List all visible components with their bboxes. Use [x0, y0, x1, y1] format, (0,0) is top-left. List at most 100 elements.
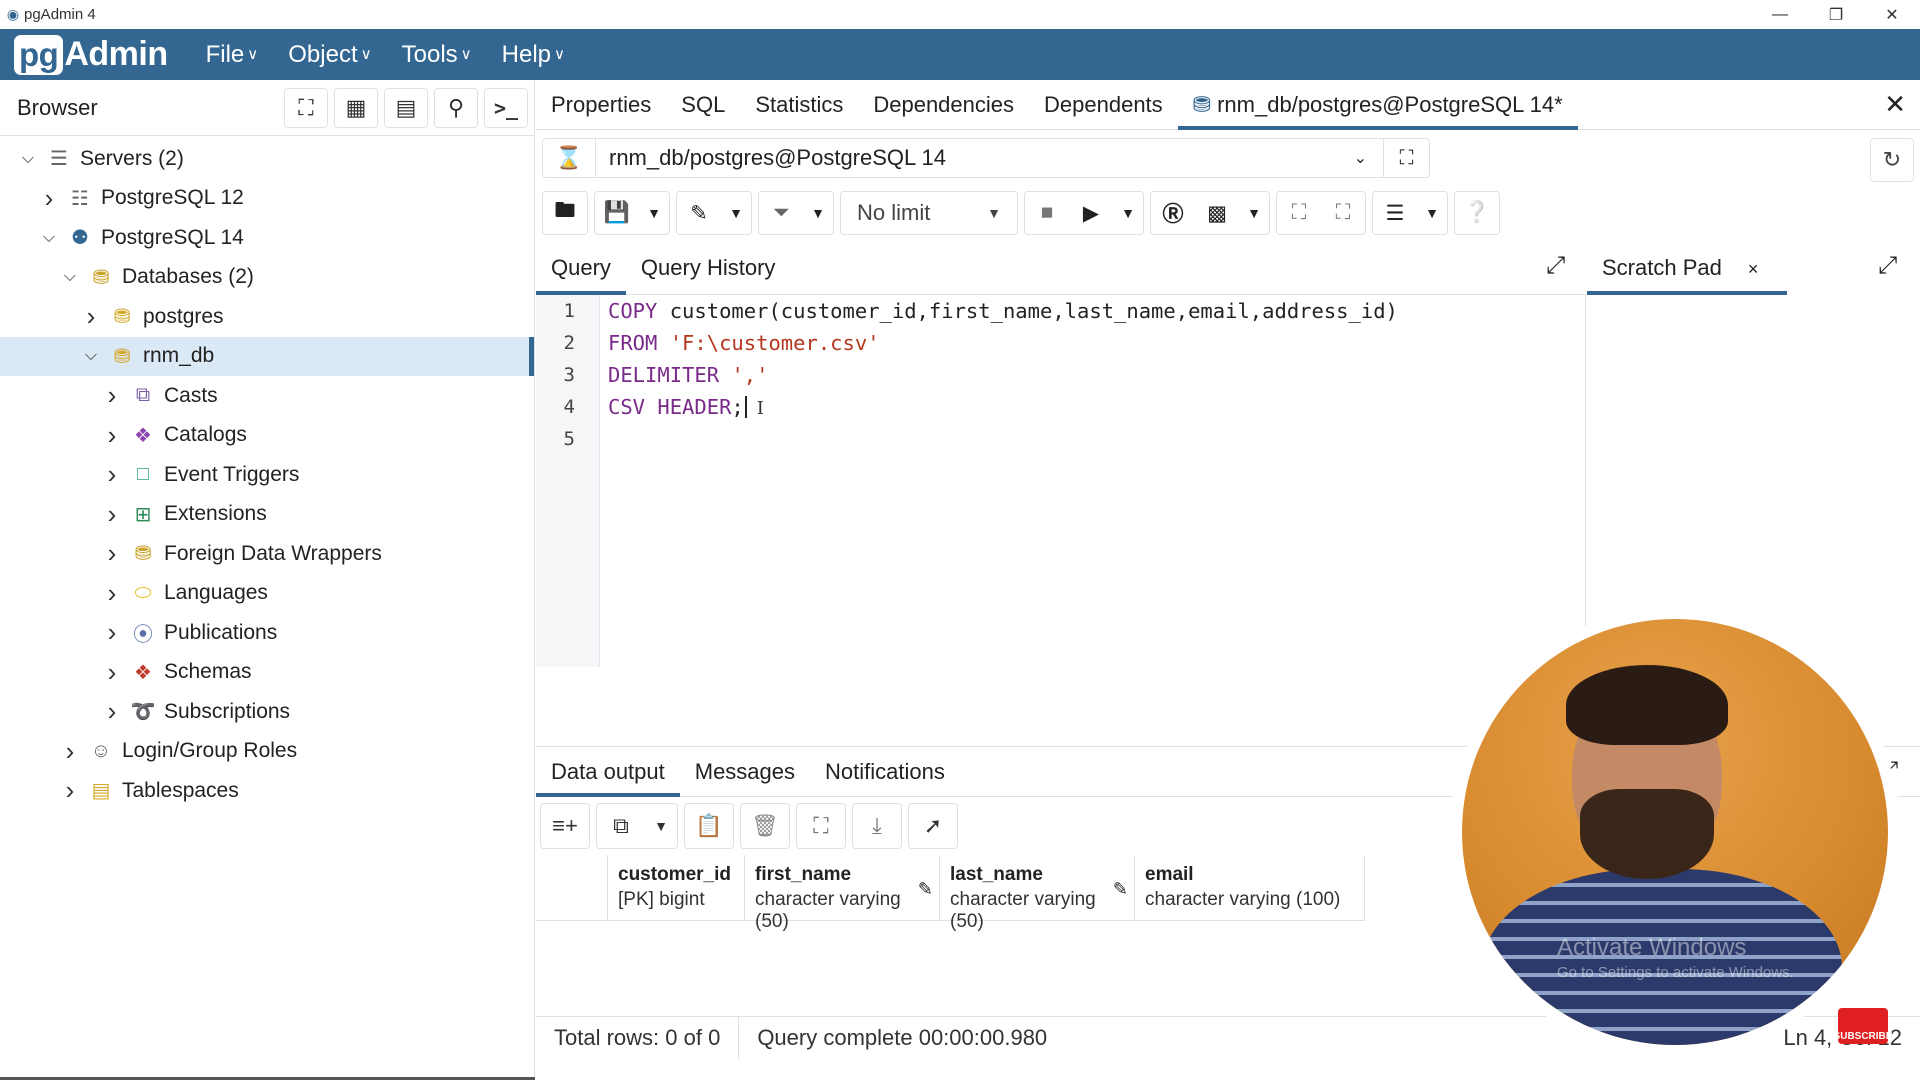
copy-icon[interactable]: ⧉ — [597, 804, 645, 848]
delete-icon[interactable]: 🗑 — [741, 804, 789, 848]
chevron-right-icon[interactable]: › — [58, 736, 82, 767]
database-stack-icon[interactable]: ⛶ — [1384, 138, 1430, 178]
close-window-button[interactable]: ✕ — [1864, 0, 1920, 29]
tree-node[interactable]: › ⧉ Casts — [0, 376, 534, 416]
query-tool-db-icon[interactable]: ⛶ — [284, 87, 328, 128]
save-dropdown-icon[interactable]: ▼ — [639, 192, 669, 234]
help-icon[interactable]: ❔ — [1455, 192, 1499, 234]
tree-node[interactable]: ⌵ ⚉ PostgreSQL 14 — [0, 218, 534, 258]
explain-analyze-icon[interactable]: ▩ — [1195, 192, 1239, 234]
expand-icon[interactable]: ⤢ — [1878, 252, 1897, 280]
tree-node[interactable]: › ⬭ Languages — [0, 574, 534, 614]
chevron-right-icon[interactable]: › — [100, 538, 124, 569]
chevron-right-icon[interactable]: › — [100, 657, 124, 688]
edit-dropdown-icon[interactable]: ▼ — [721, 192, 751, 234]
chevron-right-icon[interactable]: › — [79, 301, 103, 332]
paste-icon[interactable]: 📋 — [685, 804, 733, 848]
stop-icon[interactable]: ■ — [1025, 192, 1069, 234]
chevron-down-icon[interactable]: ⌵ — [16, 150, 40, 168]
tree-node[interactable]: ⌵ ⛃ rnm_db — [0, 336, 534, 376]
explain-icon[interactable]: Ⓡ — [1151, 192, 1195, 234]
maximize-button[interactable]: ❐ — [1808, 0, 1864, 29]
tab-data-output[interactable]: Data output — [536, 747, 680, 797]
save-data-icon[interactable]: ⛶ — [797, 804, 845, 848]
view-data-icon[interactable]: ▦ — [334, 87, 378, 128]
chevron-right-icon[interactable]: › — [100, 617, 124, 648]
column-header[interactable]: customer_id [PK] bigint — [608, 855, 745, 921]
menu-tools[interactable]: Tools ∨ — [402, 41, 472, 69]
macros-list-icon[interactable]: ☰ — [1373, 192, 1417, 234]
tree-node[interactable]: › ⛃ postgres — [0, 297, 534, 337]
close-scratch-icon[interactable]: × — [1748, 259, 1759, 279]
subscribe-badge[interactable]: SUBSCRIBE — [1834, 1008, 1892, 1044]
copy-dropdown-icon[interactable]: ▼ — [645, 804, 677, 848]
tab-properties[interactable]: Properties — [536, 80, 666, 130]
minimize-button[interactable]: — — [1752, 0, 1808, 29]
tree-node[interactable]: › ❖ Schemas — [0, 653, 534, 693]
tab-query-history[interactable]: Query History — [626, 240, 790, 295]
filter-dropdown-icon[interactable]: ▼ — [803, 192, 833, 234]
tree-node[interactable]: › ⛃ Foreign Data Wrappers — [0, 534, 534, 574]
chevron-right-icon[interactable]: › — [100, 380, 124, 411]
tree-node[interactable]: › ➰ Subscriptions — [0, 692, 534, 732]
psql-tool-icon[interactable]: >_ — [484, 87, 528, 128]
tree-node[interactable]: › □ Event Triggers — [0, 455, 534, 495]
chevron-down-icon[interactable]: ⌵ — [79, 347, 103, 365]
commit-icon[interactable]: ⛶ — [1277, 192, 1321, 234]
chevron-right-icon[interactable]: › — [58, 775, 82, 806]
column-header[interactable]: last_name character varying (50) ✎ — [940, 855, 1135, 932]
column-header[interactable]: first_name character varying (50) ✎ — [745, 855, 940, 932]
tree-node[interactable]: › ▤ Tablespaces — [0, 771, 534, 811]
connection-select[interactable]: rnm_db/postgres@PostgreSQL 14 ⌄ — [596, 138, 1384, 178]
chevron-right-icon[interactable]: › — [100, 578, 124, 609]
hourglass-icon[interactable]: ⌛ — [542, 138, 596, 178]
chevron-right-icon[interactable]: › — [100, 696, 124, 727]
chevron-down-icon[interactable]: ⌵ — [58, 268, 82, 286]
tree-node[interactable]: › ☷ PostgreSQL 12 — [0, 179, 534, 219]
menu-object[interactable]: Object ∨ — [288, 41, 371, 69]
download-icon[interactable]: ⤓ — [853, 804, 901, 848]
macros-dropdown-icon[interactable]: ▼ — [1417, 192, 1447, 234]
search-icon[interactable]: ⚲ — [434, 87, 478, 128]
reset-layout-icon[interactable]: ↻ — [1870, 138, 1914, 182]
tree-node[interactable]: › ⊞ Extensions — [0, 495, 534, 535]
save-file-icon[interactable]: 💾 — [595, 192, 639, 234]
row-limit-select[interactable]: No limit ▼ — [841, 192, 1017, 234]
tab-statistics[interactable]: Statistics — [740, 80, 858, 130]
sql-editor[interactable]: 1 2 3 4 5 COPY customer(customer_id,first_na… — [536, 295, 1586, 667]
tab-scratch-pad[interactable]: Scratch Pad × — [1587, 240, 1787, 295]
expand-icon[interactable]: ⤢ — [1546, 252, 1565, 280]
tab-messages[interactable]: Messages — [680, 747, 810, 797]
tab-notifications[interactable]: Notifications — [810, 747, 960, 797]
tree-node[interactable]: › ⦿ Publications — [0, 613, 534, 653]
edit-pencil-icon[interactable]: ✎ — [677, 192, 721, 234]
tab-dependencies[interactable]: Dependencies — [858, 80, 1029, 130]
execute-dropdown-icon[interactable]: ▼ — [1113, 192, 1143, 234]
execute-play-icon[interactable]: ▶ — [1069, 192, 1113, 234]
open-file-icon[interactable]: 🖿 — [543, 192, 587, 234]
chevron-right-icon[interactable]: › — [37, 183, 61, 214]
filtered-rows-icon[interactable]: ▤ — [384, 87, 428, 128]
tree-node[interactable]: ⌵ ⛃ Databases (2) — [0, 258, 534, 298]
tab-rnm-db[interactable]: ⛃ rnm_db/postgres@PostgreSQL 14* — [1177, 80, 1578, 130]
tree-node[interactable]: › ❖ Catalogs — [0, 416, 534, 456]
graph-visualiser-icon[interactable]: ➚ — [909, 804, 957, 848]
code-lines[interactable]: COPY customer(customer_id,first_name,las… — [608, 295, 1398, 455]
rollback-icon[interactable]: ⛶ — [1321, 192, 1365, 234]
explain-dropdown-icon[interactable]: ▼ — [1239, 192, 1269, 234]
tree-node[interactable]: ⌵ ☰ Servers (2) — [0, 139, 534, 179]
tree-node[interactable]: › ☺ Login/Group Roles — [0, 732, 534, 772]
chevron-right-icon[interactable]: › — [100, 420, 124, 451]
chevron-down-icon[interactable]: ⌵ — [37, 229, 61, 247]
menu-help[interactable]: Help ∨ — [502, 41, 565, 69]
filter-icon[interactable]: ⏷ — [759, 192, 803, 234]
tab-sql[interactable]: SQL — [666, 80, 740, 130]
menu-file[interactable]: File ∨ — [206, 41, 259, 69]
tab-dependents[interactable]: Dependents — [1029, 80, 1178, 130]
chevron-right-icon[interactable]: › — [100, 499, 124, 530]
add-row-icon[interactable]: ≡+ — [541, 804, 589, 848]
column-header[interactable]: email character varying (100) — [1135, 855, 1365, 921]
tab-query[interactable]: Query — [536, 240, 626, 295]
chevron-right-icon[interactable]: › — [100, 459, 124, 490]
close-tab-icon[interactable]: ✕ — [1884, 89, 1906, 120]
